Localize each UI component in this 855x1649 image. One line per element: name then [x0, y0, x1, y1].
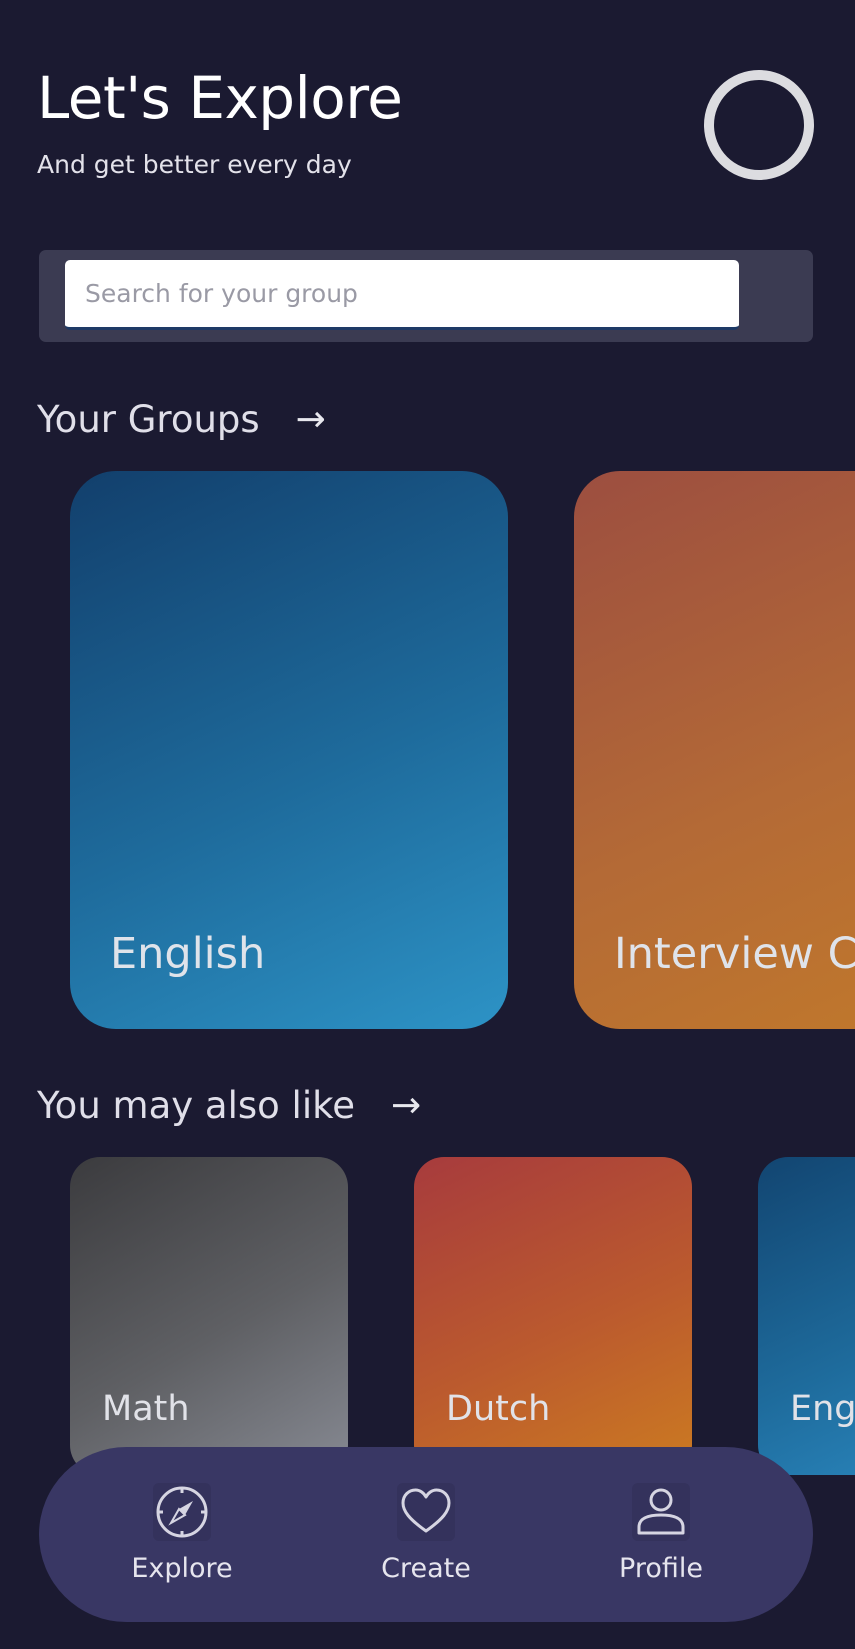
explore-screen: Let's Explore And get better every day Y… — [0, 0, 855, 1649]
your-groups-header[interactable]: Your Groups → — [37, 398, 326, 441]
nav-label: Explore — [131, 1553, 233, 1584]
search-input[interactable] — [65, 260, 739, 330]
you-may-also-like-header[interactable]: You may also like → — [37, 1084, 421, 1127]
group-card-english[interactable]: English — [70, 471, 508, 1029]
bottom-nav: Explore Create Profile — [39, 1447, 813, 1622]
nav-label: Profile — [619, 1553, 703, 1584]
user-icon — [632, 1483, 690, 1541]
suggested-card-math[interactable]: Math — [70, 1157, 348, 1475]
group-card-interview-cpp[interactable]: Interview C++ — [574, 471, 855, 1029]
group-card-label: English — [110, 929, 266, 979]
nav-label: Create — [381, 1553, 471, 1584]
suggested-card-dutch[interactable]: Dutch — [414, 1157, 692, 1475]
arrow-right-icon[interactable]: → — [296, 399, 326, 440]
page-title: Let's Explore — [37, 64, 403, 132]
your-groups-title: Your Groups — [37, 398, 260, 441]
arrow-right-icon[interactable]: → — [391, 1085, 421, 1126]
suggested-card-label: Dutch — [446, 1389, 551, 1429]
you-may-also-like-title: You may also like — [37, 1084, 355, 1127]
avatar[interactable] — [704, 70, 814, 180]
nav-item-profile[interactable]: Profile — [586, 1483, 736, 1584]
nav-item-create[interactable]: Create — [351, 1483, 501, 1584]
compass-icon — [153, 1483, 211, 1541]
suggested-card-english[interactable]: English — [758, 1157, 855, 1475]
page-subtitle: And get better every day — [37, 150, 352, 179]
heart-icon — [397, 1483, 455, 1541]
search-bar — [39, 250, 813, 342]
suggested-card-label: Math — [102, 1389, 190, 1429]
group-card-label: Interview C++ — [614, 929, 855, 979]
nav-item-explore[interactable]: Explore — [107, 1483, 257, 1584]
suggested-card-label: English — [790, 1389, 855, 1429]
